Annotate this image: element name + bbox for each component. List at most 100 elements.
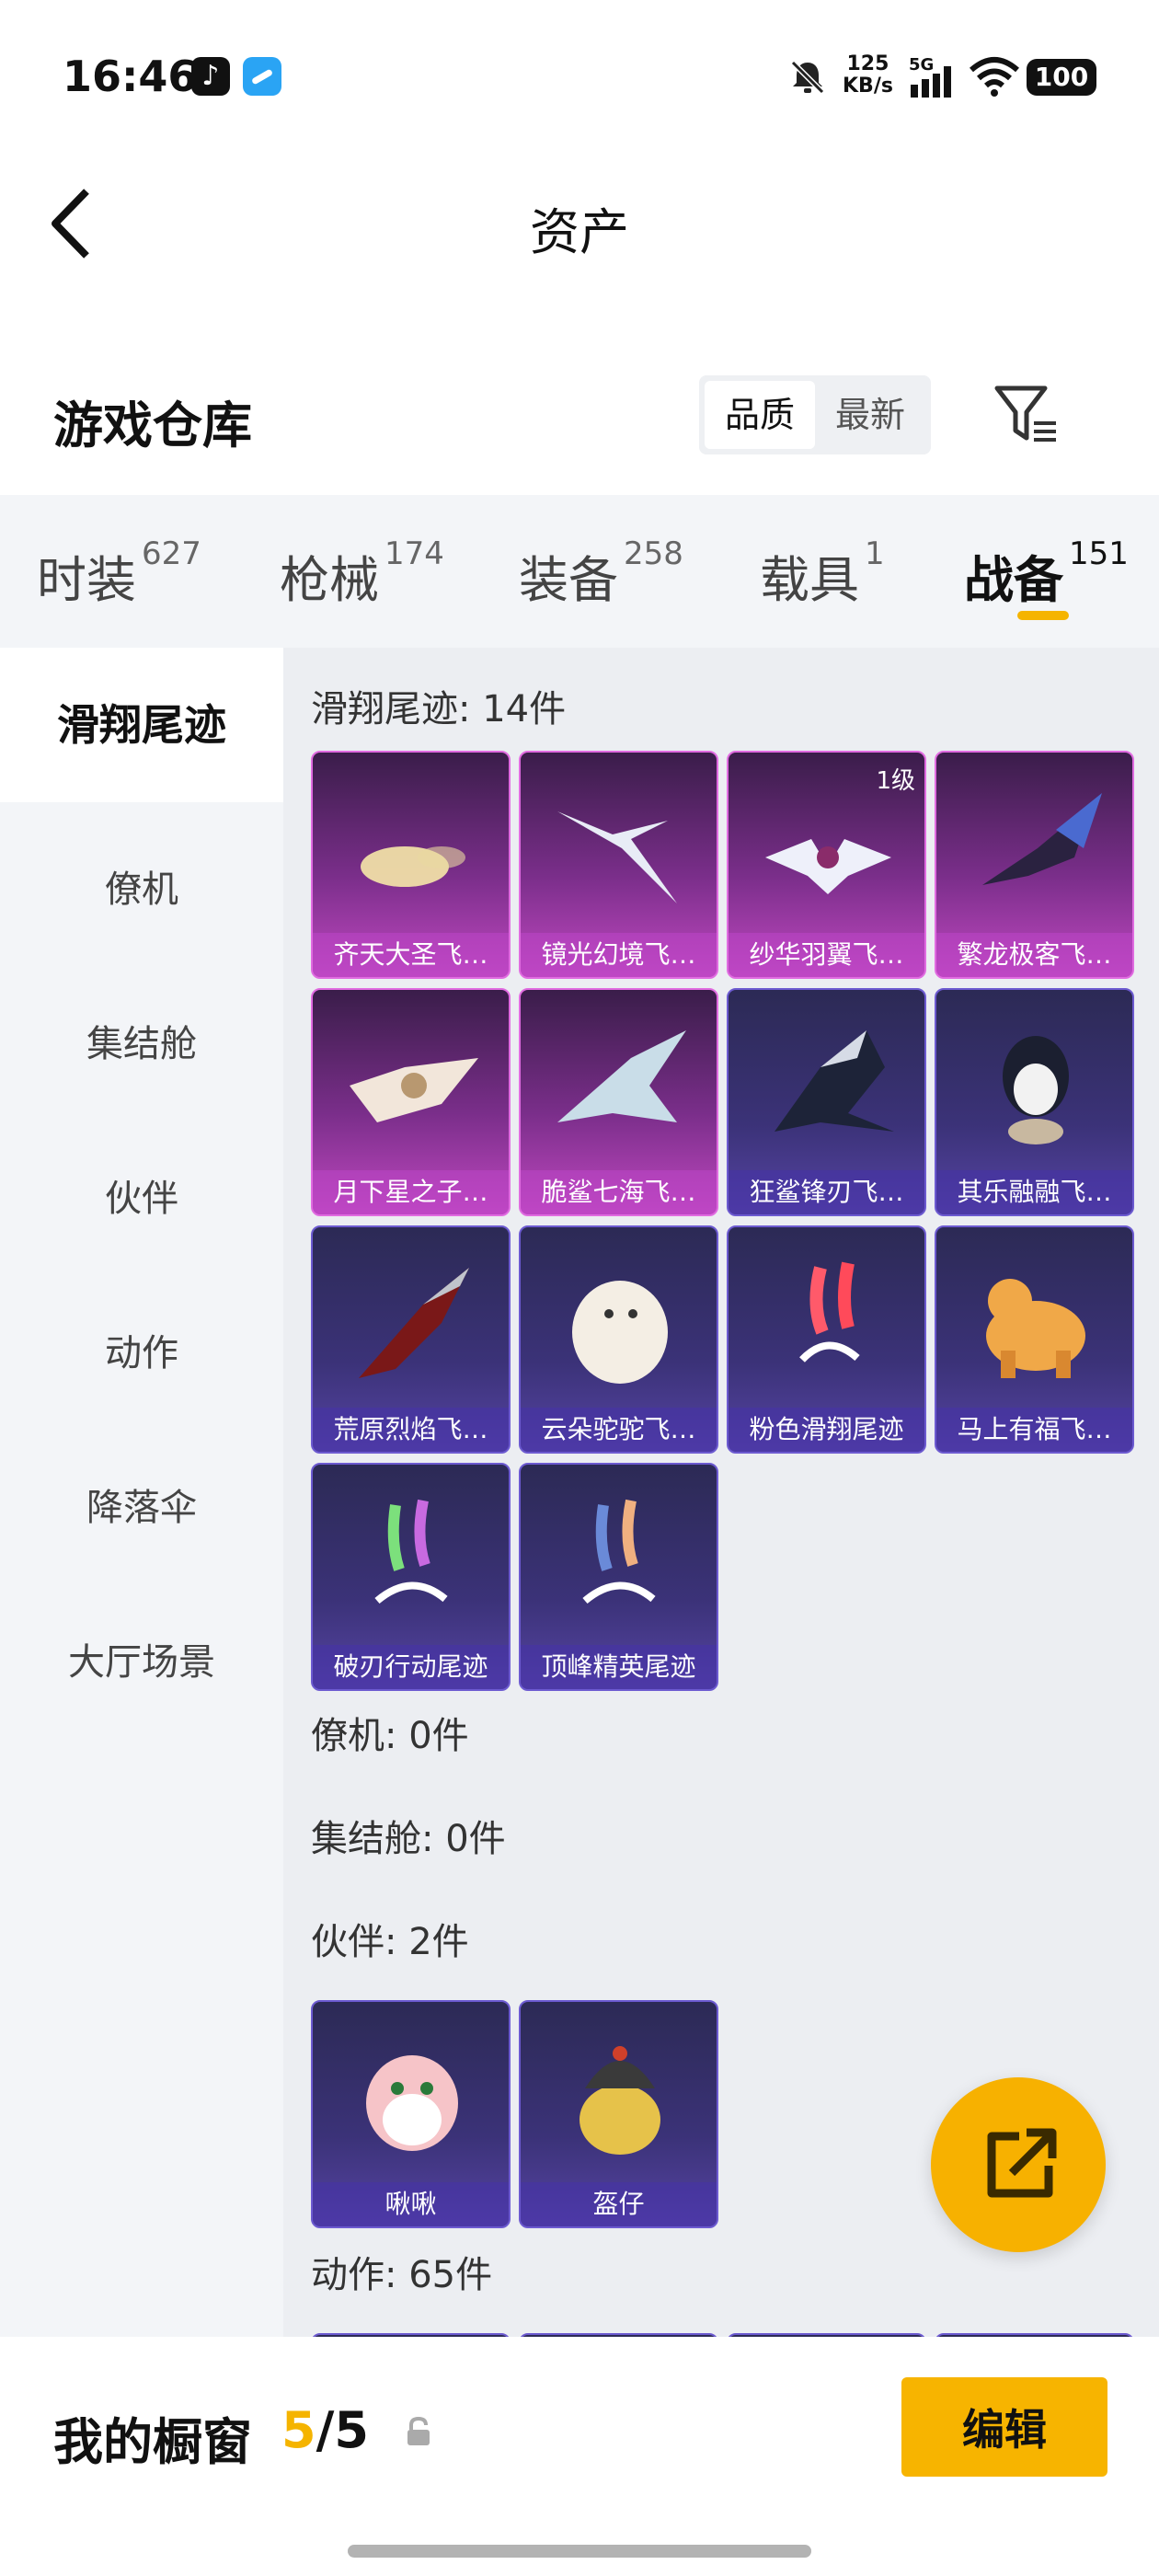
- sort-toggle: 品质 最新: [699, 375, 931, 454]
- item-card[interactable]: 1级 纱华羽翼飞…: [727, 751, 926, 979]
- bottom-bar: 我的橱窗 5/5 编辑: [0, 2337, 1159, 2576]
- item-card[interactable]: 破刃行动尾迹: [311, 1463, 511, 1691]
- category-tabs: 时装 627 枪械 174 装备 258 载具 1 战备 151: [0, 495, 1159, 648]
- showcase-total: 5: [334, 2401, 369, 2459]
- item-art: [350, 1058, 478, 1122]
- page-title: 资产: [530, 203, 629, 261]
- tab-fashion[interactable]: 时装 627: [37, 535, 201, 612]
- section-title: 集结舱: 0件: [311, 1818, 506, 1860]
- item-name: 粉色滑翔尾迹: [729, 1408, 924, 1452]
- status-bar: 16:46 ♪ 125 KB/s 5G 100: [0, 0, 1159, 156]
- tab-label: 枪械: [280, 551, 379, 609]
- tab-label: 装备: [519, 551, 618, 609]
- item-card[interactable]: 狂鲨锋刃飞…: [727, 988, 926, 1216]
- battery-indicator: 100: [1027, 59, 1096, 96]
- showcase-count: 5/5: [281, 2401, 369, 2459]
- item-art: [557, 811, 677, 903]
- sub-nav-glide-trail[interactable]: 滑翔尾迹: [0, 648, 283, 802]
- item-card[interactable]: 繁龙极客飞…: [935, 751, 1134, 979]
- item-name: 繁龙极客飞…: [936, 933, 1132, 977]
- item-art: [361, 846, 465, 887]
- active-tab-indicator: [1017, 611, 1069, 620]
- home-indicator: [348, 2545, 811, 2558]
- item-card[interactable]: 盔仔: [519, 2000, 718, 2228]
- item-card[interactable]: 其乐融融飞…: [935, 988, 1134, 1216]
- sub-nav-parachute[interactable]: 降落伞: [0, 1478, 283, 1531]
- item-card[interactable]: 啾啾: [311, 2000, 511, 2228]
- tiktok-icon: ♪: [191, 57, 230, 96]
- showcase-separator: /: [316, 2401, 335, 2459]
- item-card[interactable]: 云朵驼驼飞…: [519, 1225, 718, 1454]
- lock-icon: [407, 2416, 430, 2445]
- sub-nav-wingman[interactable]: 僚机: [0, 859, 283, 913]
- item-art: [775, 1030, 894, 1132]
- item-art: [366, 2055, 458, 2151]
- share-external-icon: [987, 2128, 1057, 2198]
- item-art: [374, 1499, 448, 1604]
- sub-nav-emote[interactable]: 动作: [0, 1323, 283, 1376]
- sub-nav-rally-pod[interactable]: 集结舱: [0, 1014, 283, 1067]
- nav-bar: 资产: [0, 156, 1159, 294]
- tab-count: 258: [624, 535, 683, 572]
- edit-button[interactable]: 编辑: [901, 2377, 1107, 2477]
- item-name: 其乐融融飞…: [936, 1170, 1132, 1214]
- network-speed: 125 KB/s: [843, 53, 893, 98]
- showcase-label: 我的橱窗: [53, 2413, 252, 2471]
- sub-nav-companion[interactable]: 伙伴: [0, 1168, 283, 1222]
- item-card[interactable]: 马上有福飞…: [935, 1225, 1134, 1454]
- signal-5g-icon: 5G: [909, 55, 951, 98]
- item-name: 狂鲨锋刃飞…: [729, 1170, 924, 1214]
- item-card[interactable]: 荒原烈焰飞…: [311, 1225, 511, 1454]
- item-art: [799, 1261, 860, 1363]
- item-name: 齐天大圣飞…: [313, 933, 509, 977]
- wifi-icon: [970, 57, 1019, 97]
- item-name: 月下星之子…: [313, 1170, 509, 1214]
- item-card[interactable]: 齐天大圣飞…: [311, 751, 511, 979]
- filter-icon[interactable]: [992, 383, 1060, 445]
- item-art: [982, 793, 1102, 885]
- item-card[interactable]: 镜光幻境飞…: [519, 751, 718, 979]
- item-art: [580, 2046, 660, 2155]
- net-speed-value: 125: [846, 52, 889, 75]
- item-name: 纱华羽翼飞…: [729, 933, 924, 977]
- item-card[interactable]: 粉色滑翔尾迹: [727, 1225, 926, 1454]
- tab-count: 151: [1069, 535, 1129, 572]
- sub-nav-lobby-scene[interactable]: 大厅场景: [0, 1632, 283, 1685]
- section-title: 僚机: 0件: [311, 1715, 469, 1757]
- tab-count: 1: [865, 535, 885, 572]
- status-time: 16:46: [63, 52, 198, 101]
- item-art: [765, 839, 891, 894]
- item-art: [557, 1030, 686, 1122]
- item-card[interactable]: 顶峰精英尾迹: [519, 1463, 718, 1691]
- warehouse-title: 游戏仓库: [53, 397, 252, 454]
- tab-label: 战备: [964, 551, 1063, 609]
- tab-guns[interactable]: 枪械 174: [280, 535, 444, 612]
- item-card[interactable]: 脆鲨七海飞…: [519, 988, 718, 1216]
- share-button[interactable]: [931, 2077, 1106, 2252]
- item-art: [986, 1279, 1085, 1378]
- showcase-current: 5: [281, 2401, 316, 2459]
- section-title: 伙伴: 2件: [311, 1921, 469, 1963]
- net-speed-unit: KB/s: [843, 75, 893, 98]
- item-name: 脆鲨七海飞…: [521, 1170, 717, 1214]
- sort-option-quality[interactable]: 品质: [705, 381, 815, 449]
- sub-nav: 滑翔尾迹 僚机 集结舱 伙伴 动作 降落伞 大厅场景: [0, 648, 283, 2337]
- item-name: 马上有福飞…: [936, 1408, 1132, 1452]
- item-name: 荒原烈焰飞…: [313, 1408, 509, 1452]
- tab-vehicles[interactable]: 载具 1: [760, 535, 885, 612]
- sort-option-newest[interactable]: 最新: [815, 381, 925, 449]
- tab-label: 载具: [760, 551, 859, 609]
- tab-equipment[interactable]: 装备 258: [519, 535, 683, 612]
- item-art: [359, 1268, 469, 1378]
- tab-count: 174: [384, 535, 444, 572]
- item-name: 盔仔: [521, 2182, 717, 2226]
- tab-battle-gear[interactable]: 战备 151: [964, 535, 1129, 612]
- app-notification-icon: [243, 57, 281, 96]
- item-card[interactable]: 月下星之子…: [311, 988, 511, 1216]
- section-title: 滑翔尾迹: 14件: [311, 688, 567, 730]
- item-name: 云朵驼驼飞…: [521, 1408, 717, 1452]
- network-type: 5G: [909, 55, 934, 75]
- item-art: [572, 1281, 668, 1384]
- item-art: [1003, 1036, 1069, 1144]
- item-name: 镜光幻境飞…: [521, 933, 717, 977]
